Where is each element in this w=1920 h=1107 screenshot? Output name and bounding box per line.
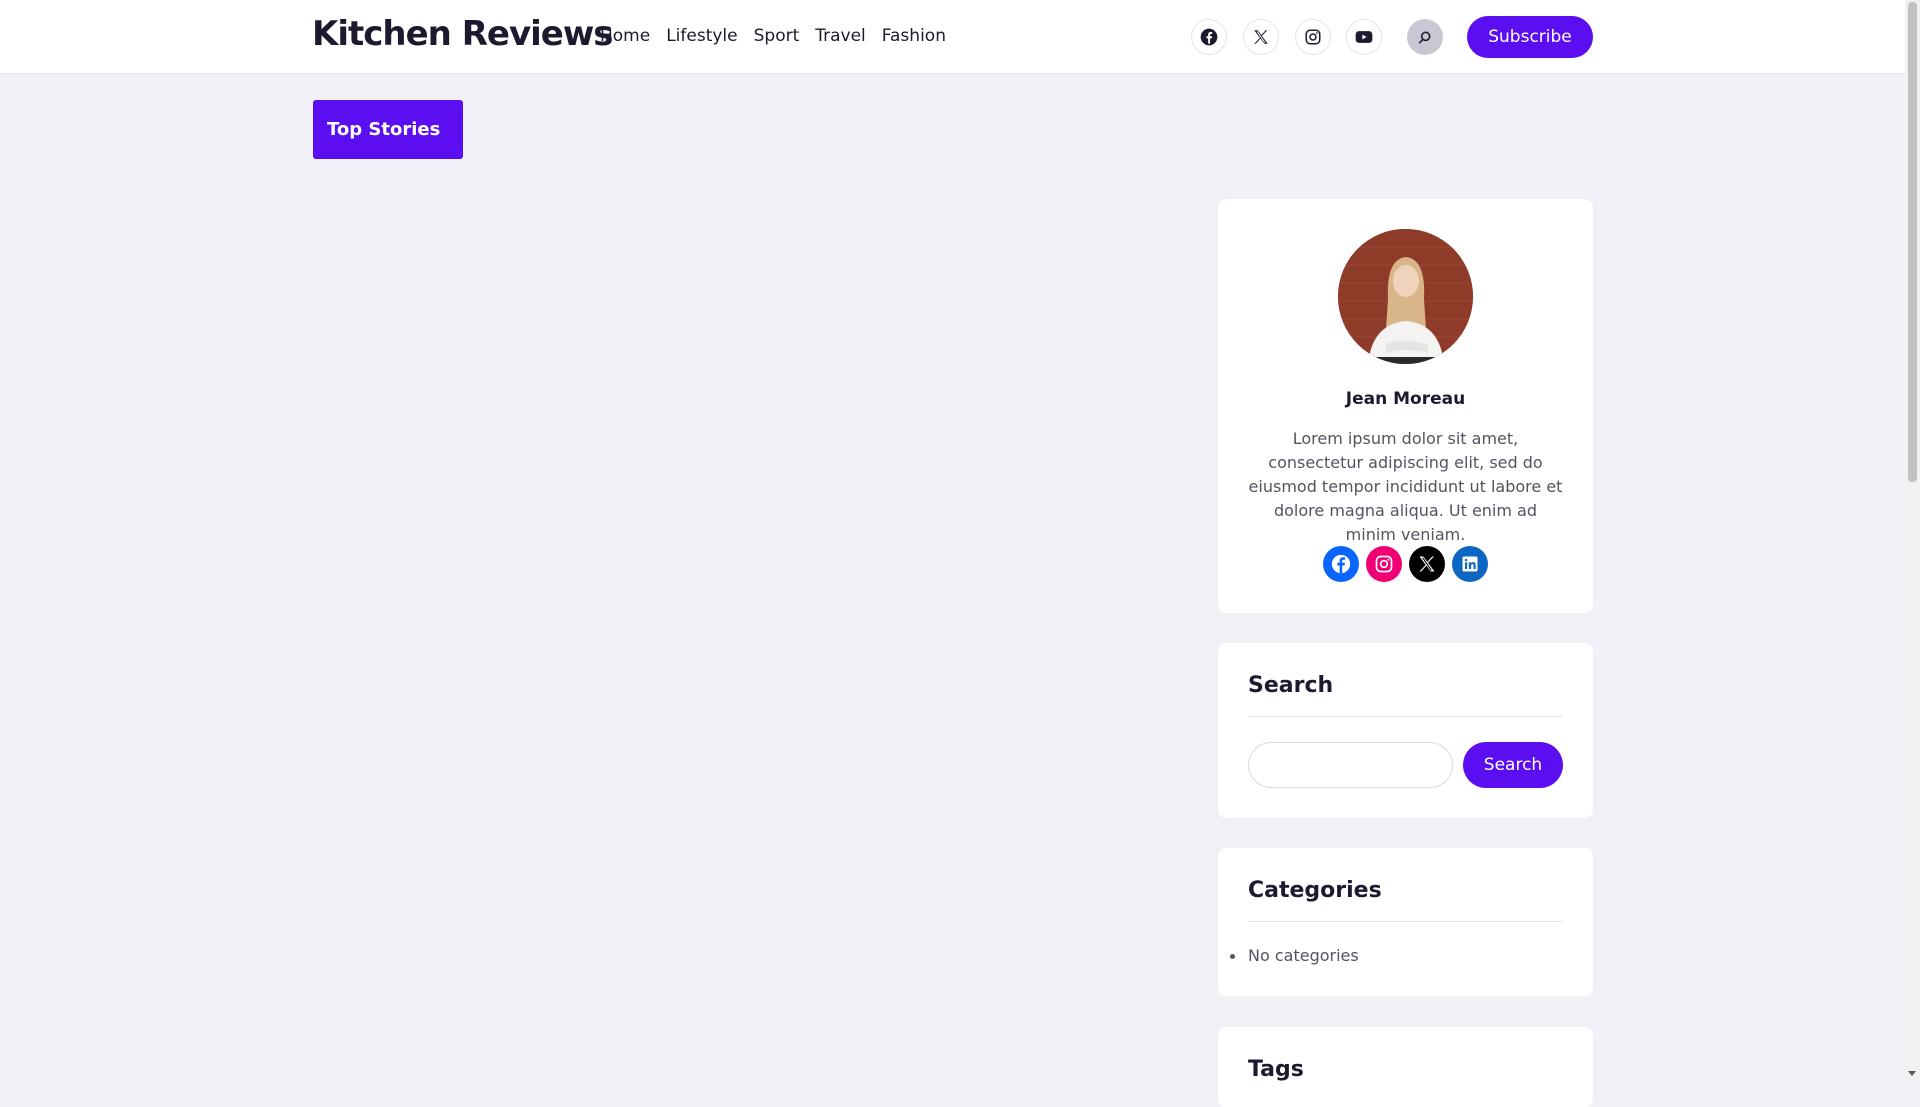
scroll-down-icon[interactable] bbox=[1908, 1071, 1916, 1076]
nav-item-lifestyle[interactable]: Lifestyle bbox=[666, 26, 737, 46]
author-card: Jean Moreau Lorem ipsum dolor sit amet, … bbox=[1218, 199, 1593, 613]
linkedin-icon[interactable] bbox=[1452, 546, 1488, 582]
categories-widget: Categories No categories bbox=[1218, 848, 1593, 996]
categories-heading: Categories bbox=[1248, 878, 1563, 922]
facebook-icon[interactable] bbox=[1323, 546, 1359, 582]
nav-item-sport[interactable]: Sport bbox=[754, 26, 800, 46]
site-header: Kitchen Reviews Home Lifestyle Sport Tra… bbox=[0, 0, 1905, 74]
author-name: Jean Moreau bbox=[1345, 389, 1466, 409]
instagram-icon[interactable] bbox=[1295, 19, 1331, 55]
author-avatar bbox=[1338, 229, 1473, 364]
list-item: No categories bbox=[1230, 946, 1359, 965]
search-button[interactable]: Search bbox=[1463, 742, 1563, 788]
primary-nav: Home Lifestyle Sport Travel Fashion bbox=[600, 26, 962, 46]
facebook-icon[interactable] bbox=[1191, 19, 1227, 55]
x-icon[interactable] bbox=[1243, 19, 1279, 55]
subscribe-button[interactable]: Subscribe bbox=[1467, 16, 1593, 58]
author-bio: Lorem ipsum dolor sit amet, consectetur … bbox=[1248, 429, 1563, 544]
nav-item-travel[interactable]: Travel bbox=[815, 26, 866, 46]
categories-list: No categories bbox=[1230, 946, 1359, 965]
tags-heading: Tags bbox=[1248, 1057, 1304, 1082]
youtube-icon[interactable] bbox=[1346, 19, 1382, 55]
search-widget-heading: Search bbox=[1248, 673, 1563, 717]
author-social-links bbox=[1218, 546, 1593, 582]
page-scrollbar[interactable] bbox=[1905, 0, 1920, 1080]
search-widget: Search Search bbox=[1218, 643, 1593, 818]
scrollbar-thumb[interactable] bbox=[1908, 2, 1917, 482]
search-input[interactable] bbox=[1248, 742, 1453, 788]
x-icon[interactable] bbox=[1409, 546, 1445, 582]
site-title[interactable]: Kitchen Reviews bbox=[312, 14, 613, 54]
instagram-icon[interactable] bbox=[1366, 546, 1402, 582]
search-icon[interactable] bbox=[1407, 19, 1443, 55]
tags-widget: Tags bbox=[1218, 1027, 1593, 1107]
top-stories-heading: Top Stories bbox=[313, 100, 463, 159]
nav-item-fashion[interactable]: Fashion bbox=[882, 26, 946, 46]
nav-item-home[interactable]: Home bbox=[600, 26, 650, 46]
